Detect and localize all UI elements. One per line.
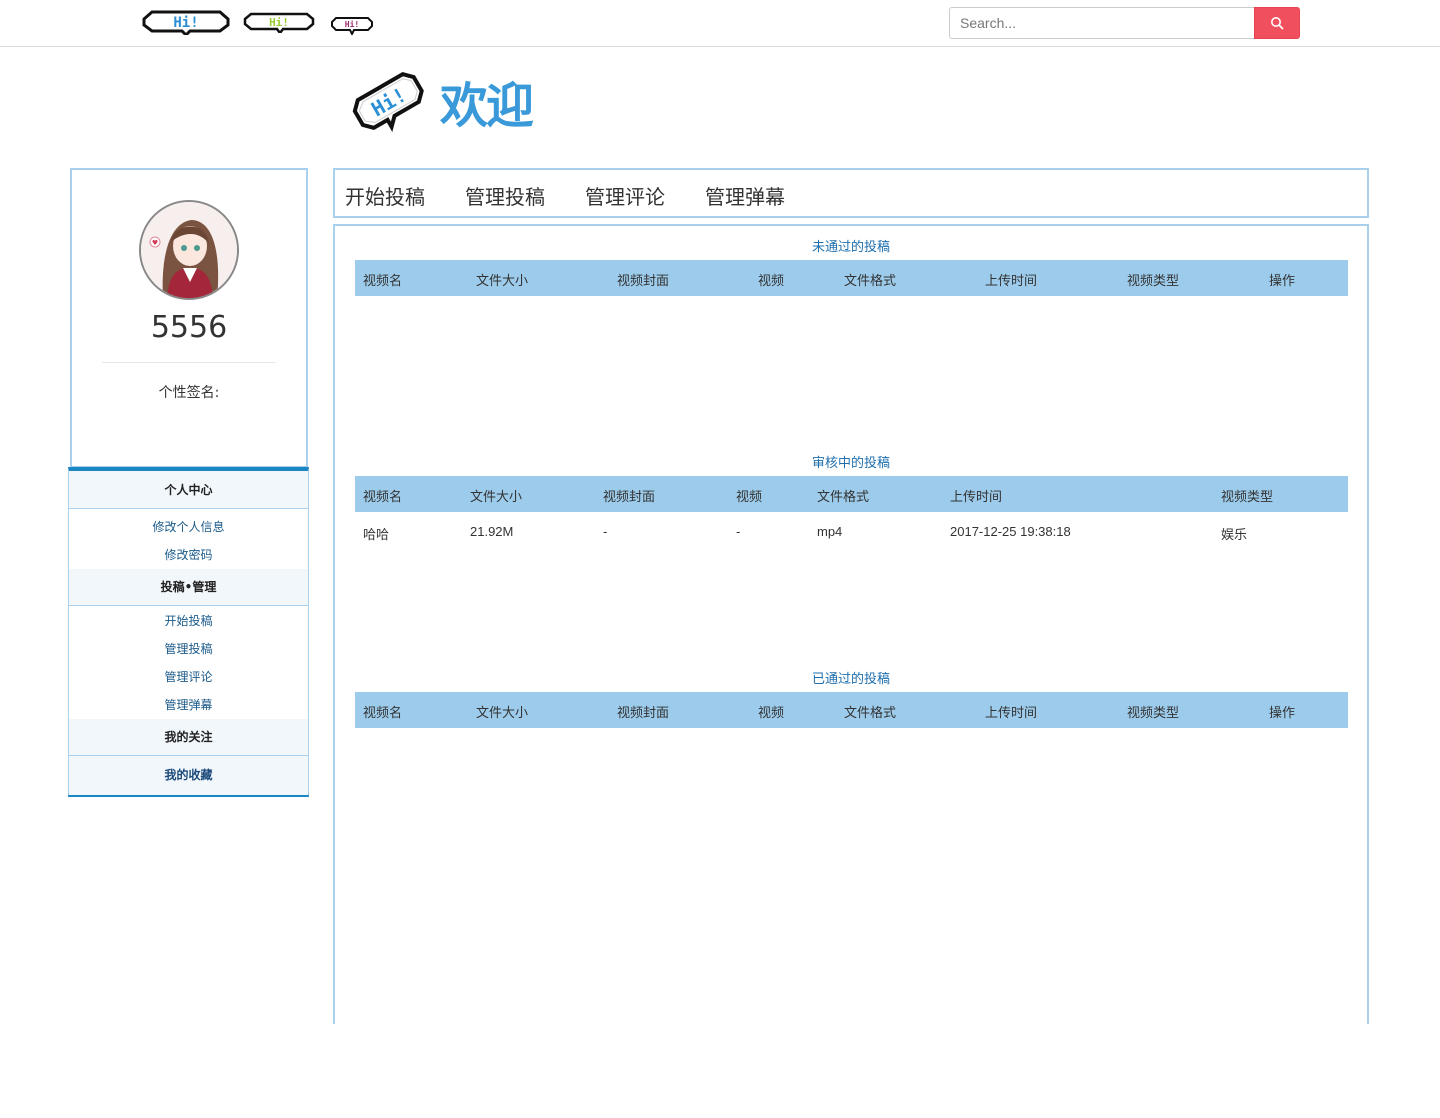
column-header: 视频类型 — [1127, 706, 1180, 721]
welcome-banner: Hi! 欢迎 — [350, 64, 570, 134]
sidebar-item-manage-danmaku[interactable]: 管理弹幕 — [69, 691, 308, 719]
avatar-image: ♥ — [141, 202, 237, 298]
content-panel: 未通过的投稿 视频名 文件大小 视频封面 视频 文件格式 上传时间 视频类型 操… — [333, 224, 1369, 1024]
tab-bar: 开始投稿 管理投稿 管理评论 管理弹幕 — [333, 168, 1369, 218]
cell-cover: - — [603, 524, 608, 539]
sidebar-item-manage-comments[interactable]: 管理评论 — [69, 663, 308, 691]
column-header: 文件大小 — [476, 706, 529, 721]
column-header: 上传时间 — [985, 274, 1038, 289]
sidebar-item-manage-submissions[interactable]: 管理投稿 — [69, 635, 308, 663]
column-header: 视频名 — [363, 706, 403, 721]
profile-card: ♥ 5556 个性签名: — [70, 168, 308, 468]
cell-file-size: 21.92M — [470, 524, 514, 539]
hi-bubble-icon: Hi! — [243, 12, 315, 33]
hi-bubble-icon: Hi! — [331, 17, 373, 35]
sidebar-item-edit-info[interactable]: 修改个人信息 — [69, 513, 308, 541]
column-header: 视频 — [736, 490, 763, 505]
hi-bubble-icon: Hi! — [142, 10, 230, 35]
section-title-pending: 审核中的投稿 — [811, 456, 890, 471]
column-header: 文件大小 — [470, 490, 523, 505]
top-bar: Hi! Hi! Hi! — [0, 0, 1440, 47]
cell-video-name: 哈哈 — [363, 527, 390, 542]
column-header: 视频封面 — [617, 274, 670, 289]
logo-hi-3[interactable]: Hi! — [330, 15, 374, 35]
cell-video-type: 娱乐 — [1221, 527, 1248, 542]
cell-video: - — [736, 524, 741, 539]
sidebar-group-submissions[interactable]: 投稿•管理 — [69, 569, 308, 606]
svg-text:Hi!: Hi! — [269, 16, 289, 29]
column-header: 视频名 — [363, 274, 403, 289]
column-header: 上传时间 — [950, 490, 1003, 505]
svg-text:♥: ♥ — [152, 239, 158, 247]
column-header: 文件格式 — [844, 706, 897, 721]
avatar[interactable]: ♥ — [139, 200, 239, 300]
signature-label: 个性签名: — [158, 385, 220, 401]
column-header: 操作 — [1269, 706, 1296, 721]
search-input[interactable] — [949, 7, 1254, 39]
tab-start-submit[interactable]: 开始投稿 — [345, 181, 425, 210]
column-header: 视频名 — [363, 490, 403, 505]
table-header-approved: 视频名 文件大小 视频封面 视频 文件格式 上传时间 视频类型 操作 — [355, 692, 1348, 728]
page-title: 欢迎 — [440, 78, 534, 134]
column-header: 视频封面 — [603, 490, 656, 505]
svg-text:Hi!: Hi! — [173, 15, 198, 31]
column-header: 视频类型 — [1221, 490, 1274, 505]
section-title-rejected: 未通过的投稿 — [811, 240, 890, 255]
column-header: 文件格式 — [844, 274, 897, 289]
sidebar-item-change-password[interactable]: 修改密码 — [69, 541, 308, 569]
username: 5556 — [150, 310, 228, 345]
table-header-pending: 视频名 文件大小 视频封面 视频 文件格式 上传时间 视频类型 — [355, 476, 1348, 512]
search-button[interactable] — [1254, 7, 1300, 39]
hi-sticker-icon: Hi! — [352, 71, 424, 132]
sidebar-item-my-follows[interactable]: 我的关注 — [69, 719, 308, 756]
search-icon — [1271, 17, 1284, 30]
column-header: 上传时间 — [985, 706, 1038, 721]
cell-format: mp4 — [817, 524, 843, 539]
section-title-approved: 已通过的投稿 — [811, 672, 890, 687]
column-header: 视频 — [758, 706, 785, 721]
scroll-marker — [1367, 647, 1369, 692]
column-header: 视频封面 — [617, 706, 670, 721]
column-header: 视频类型 — [1127, 274, 1180, 289]
divider — [102, 362, 276, 363]
search-bar — [949, 7, 1300, 39]
tab-manage-danmaku[interactable]: 管理弹幕 — [705, 181, 785, 210]
column-header: 操作 — [1269, 274, 1296, 289]
tab-manage-comments[interactable]: 管理评论 — [585, 181, 665, 210]
scroll-marker — [1367, 431, 1369, 476]
sidebar-item-start-submit[interactable]: 开始投稿 — [69, 607, 308, 635]
svg-text:Hi!: Hi! — [345, 19, 359, 29]
column-header: 视频 — [758, 274, 785, 289]
column-header: 文件格式 — [817, 490, 870, 505]
table-header-rejected: 视频名 文件大小 视频封面 视频 文件格式 上传时间 视频类型 操作 — [355, 260, 1348, 296]
cell-upload-time: 2017-12-25 19:38:18 — [950, 524, 1071, 539]
sidebar-menu: 个人中心 修改个人信息 修改密码 投稿•管理 开始投稿 管理投稿 管理评论 管理… — [68, 467, 309, 797]
column-header: 文件大小 — [476, 274, 529, 289]
tab-manage-submissions[interactable]: 管理投稿 — [465, 181, 545, 210]
sidebar-item-my-favorites[interactable]: 我的收藏 — [69, 756, 308, 795]
sidebar-group-personal[interactable]: 个人中心 — [69, 471, 308, 509]
logo-hi-2[interactable]: Hi! — [243, 11, 315, 33]
logo-hi-1[interactable]: Hi! — [142, 9, 230, 35]
table-row[interactable]: 哈哈 21.92M - - mp4 2017-12-25 19:38:18 娱乐 — [355, 516, 1348, 550]
